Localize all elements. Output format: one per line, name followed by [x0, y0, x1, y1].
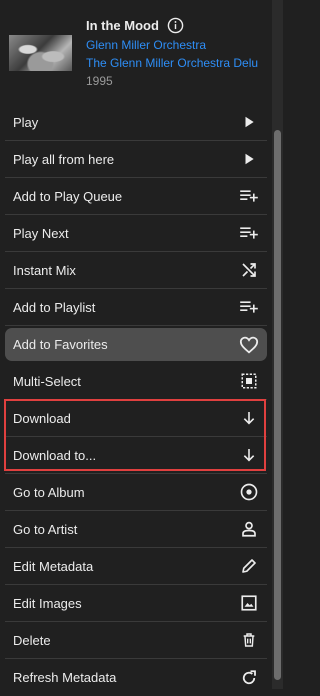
playlist-add-icon: [239, 186, 259, 206]
title-row: In the Mood: [86, 17, 184, 34]
download-arrow-icon: [239, 445, 259, 465]
playlist-add-icon: [239, 297, 259, 317]
play-icon: [239, 149, 259, 169]
track-header: In the Mood Glenn Miller Orchestra The G…: [0, 0, 283, 105]
refresh-icon: [239, 668, 259, 688]
menu-item-delete[interactable]: Delete: [5, 622, 267, 659]
pencil-icon: [239, 556, 259, 576]
artist-link[interactable]: Glenn Miller Orchestra: [86, 38, 270, 52]
release-year: 1995: [86, 74, 113, 88]
trash-icon: [239, 630, 259, 650]
menu-item-instant-mix[interactable]: Instant Mix: [5, 252, 267, 289]
track-title: In the Mood: [86, 18, 159, 33]
album-link[interactable]: The Glenn Miller Orchestra Delu: [86, 56, 270, 70]
menu-item-edit-metadata[interactable]: Edit Metadata: [5, 548, 267, 585]
menu-item-play-next[interactable]: Play Next: [5, 215, 267, 252]
playlist-add-icon: [239, 223, 259, 243]
menu-item-label: Add to Play Queue: [13, 188, 123, 204]
menu-item-label: Add to Favorites: [13, 337, 108, 352]
menu-item-go-to-artist[interactable]: Go to Artist: [5, 511, 267, 548]
album-disc-icon: [239, 482, 259, 502]
scrollbar-track[interactable]: [272, 0, 283, 689]
play-icon: [239, 112, 259, 132]
download-arrow-icon: [239, 408, 259, 428]
menu-item-go-to-album[interactable]: Go to Album: [5, 474, 267, 511]
context-menu-panel: In the Mood Glenn Miller Orchestra The G…: [0, 0, 283, 689]
menu-item-label: Edit Images: [13, 595, 82, 611]
scrollbar-thumb[interactable]: [274, 130, 281, 680]
menu-item-add-to-favorites[interactable]: Add to Favorites: [5, 328, 267, 361]
info-icon[interactable]: [167, 17, 184, 34]
menu-item-edit-images[interactable]: Edit Images: [5, 585, 267, 622]
select-all-icon: [239, 371, 259, 391]
heart-icon: [239, 335, 259, 355]
album-art: [9, 35, 72, 71]
menu-item-play[interactable]: Play: [5, 104, 267, 141]
menu-item-refresh-metadata[interactable]: Refresh Metadata: [5, 659, 267, 696]
menu-item-download-to[interactable]: Download to...: [5, 437, 267, 474]
menu-item-add-to-playlist[interactable]: Add to Playlist: [5, 289, 267, 326]
menu-item-label: Download: [13, 410, 71, 426]
menu-item-add-to-play-queue[interactable]: Add to Play Queue: [5, 178, 267, 215]
menu-item-multi-select[interactable]: Multi-Select: [5, 363, 267, 400]
menu-list: Play Play all from here Add to Play Queu…: [0, 104, 272, 696]
menu-item-label: Download to...: [13, 447, 97, 463]
shuffle-icon: [239, 260, 259, 280]
menu-item-label: Delete: [13, 632, 51, 648]
menu-item-label: Refresh Metadata: [13, 670, 117, 685]
menu-item-label: Play all from here: [13, 151, 115, 167]
person-icon: [239, 519, 259, 539]
menu-item-label: Add to Playlist: [13, 299, 96, 315]
menu-item-label: Go to Artist: [13, 521, 78, 537]
menu-item-label: Edit Metadata: [13, 558, 94, 574]
menu-item-label: Go to Album: [13, 484, 85, 500]
menu-item-label: Play: [13, 114, 39, 130]
menu-item-play-all-from-here[interactable]: Play all from here: [5, 141, 267, 178]
menu-item-label: Play Next: [13, 225, 69, 241]
menu-item-label: Instant Mix: [13, 262, 76, 278]
menu-item-label: Multi-Select: [13, 373, 81, 389]
image-icon: [239, 593, 259, 613]
menu-item-download[interactable]: Download: [5, 400, 267, 437]
